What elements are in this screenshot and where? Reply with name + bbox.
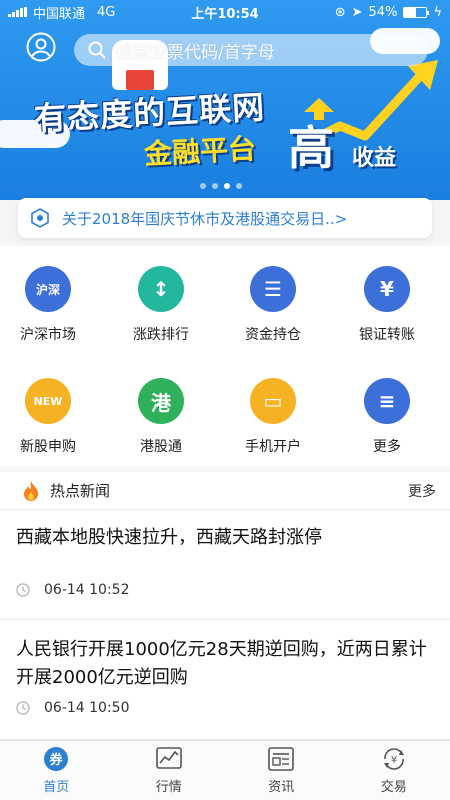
user-profile-icon[interactable]	[26, 32, 56, 62]
icon-glyph: NEW	[33, 394, 63, 408]
grid-item-new-stock[interactable]: NEW 新股申购	[0, 378, 104, 456]
news-time-row: 06-14 10:52	[16, 582, 434, 598]
svg-text:¥: ¥	[391, 755, 397, 766]
search-input[interactable]: 搜索股票代码/首字母	[74, 34, 428, 66]
search-icon	[88, 41, 106, 59]
icon-glyph: ¥	[380, 277, 394, 301]
announcement-icon	[31, 208, 49, 228]
tab-label: 资讯	[268, 780, 295, 795]
updown-icon: ↕	[138, 266, 184, 312]
tab-label: 行情	[155, 780, 182, 795]
carousel-dot[interactable]	[212, 183, 218, 189]
location-icon: ➤	[351, 4, 363, 20]
grid-item-hushen[interactable]: 沪深 沪深市场	[0, 266, 104, 344]
announcement-text: 关于2018年国庆节休市及港股通交易日..>	[62, 209, 348, 228]
news-section-title: 热点新闻	[50, 482, 111, 500]
banner-slogan-line2: 金融平台	[143, 132, 257, 171]
clock-icon	[16, 701, 30, 715]
grid-item-card[interactable]: ▭ 手机开户	[217, 378, 329, 456]
news-more-link[interactable]: 更多	[408, 481, 436, 501]
tab-market[interactable]: 行情	[113, 741, 226, 800]
status-bar: 中国联通 4G 上午10:54 ⊛ ➤ 54% ϟ	[0, 0, 450, 24]
grid-item-label: 更多	[373, 439, 401, 455]
grid-item-updown[interactable]: ↕ 涨跌排行	[105, 266, 217, 344]
coins-icon: ☰	[250, 266, 296, 312]
grid-item-label: 港股通	[140, 439, 182, 455]
search-placeholder: 搜索股票代码/首字母	[116, 42, 275, 63]
news-item[interactable]: 人民银行开展1000亿元28天期逆回购，近两日累计开展2000亿元逆回购 06-…	[0, 620, 450, 740]
news-section-header: 热点新闻 更多	[0, 472, 450, 510]
function-grid: 沪深沪深市场 ↕ 涨跌排行 ☰ 资金持仓 ¥ 银证转账 NEW 新股申购 港港股通 ▭ 手机开户 ≡ 更多	[0, 246, 450, 466]
carousel-dot[interactable]	[200, 183, 206, 189]
battery-percent: 54%	[368, 4, 398, 20]
news-time: 06-14 10:52	[44, 582, 130, 598]
battery-icon	[403, 6, 430, 18]
rotation-lock-icon: ⊛	[334, 4, 346, 20]
network-type: 4G	[97, 4, 116, 20]
banner[interactable]: 中国联通 4G 上午10:54 ⊛ ➤ 54% ϟ 搜索股票代码/首字母 有态度…	[0, 0, 450, 200]
grid-item-label: 手机开户	[245, 439, 301, 455]
news-time-row: 06-14 10:50	[16, 700, 434, 716]
card-icon: ▭	[250, 378, 296, 424]
grid-item-bank-card[interactable]: ¥ 银证转账	[331, 266, 443, 344]
clock-icon	[16, 583, 30, 597]
chart-icon	[155, 747, 182, 769]
tab-label: 首页	[43, 780, 70, 795]
icon-glyph: ☰	[264, 277, 282, 301]
grid-item-label: 新股申购	[20, 439, 76, 455]
icon-glyph: 港	[151, 390, 171, 415]
hk-icon: 港	[138, 378, 184, 424]
tab-home[interactable]: 券 首页	[0, 741, 113, 800]
grid-item-label: 沪深市场	[20, 327, 76, 343]
grid-item-more[interactable]: ≡ 更多	[331, 378, 443, 456]
news-headline: 人民银行开展1000亿元28天期逆回购，近两日累计开展2000亿元逆回购	[16, 639, 427, 688]
grid-item-label: 资金持仓	[245, 327, 301, 343]
icon-glyph: ▭	[263, 389, 283, 413]
tab-news[interactable]: 资讯	[225, 741, 338, 800]
bottom-tab-bar: 券 首页 行情 资讯 ¥ 交易	[0, 740, 450, 800]
bank-card-icon: ¥	[364, 266, 410, 312]
carrier-name: 中国联通	[33, 6, 86, 22]
grid-item-coins[interactable]: ☰ 资金持仓	[217, 266, 329, 344]
banner-slogan-small: 收益	[352, 146, 397, 171]
more-icon: ≡	[364, 378, 410, 424]
grid-item-hk[interactable]: 港港股通	[105, 378, 217, 456]
news-item[interactable]: 西藏本地股快速拉升，西藏天路封涨停 06-14 10:52	[0, 510, 450, 620]
new-stock-icon: NEW	[25, 378, 71, 424]
svg-text:券: 券	[49, 752, 64, 768]
grid-item-label: 涨跌排行	[133, 327, 189, 343]
tab-label: 交易	[380, 780, 407, 795]
home-quan-icon: 券	[44, 747, 69, 771]
grid-item-label: 银证转账	[359, 327, 415, 343]
carousel-indicator[interactable]	[200, 183, 242, 189]
trade-icon: ¥	[383, 748, 404, 770]
clock: 上午10:54	[191, 6, 259, 22]
signal-icon	[8, 7, 27, 17]
icon-glyph: 沪深	[35, 282, 60, 297]
icon-glyph: ↕	[152, 277, 170, 301]
news-headline: 西藏本地股快速拉升，西藏天路封涨停	[16, 527, 322, 548]
carousel-dot[interactable]	[224, 183, 230, 189]
charging-icon: ϟ	[433, 4, 443, 20]
news-list: 西藏本地股快速拉升，西藏天路封涨停 06-14 10:52 人民银行开展1000…	[0, 510, 450, 740]
fire-icon	[24, 480, 39, 501]
announcement-bar[interactable]: 关于2018年国庆节休市及港股通交易日..>	[18, 198, 432, 238]
icon-glyph: ≡	[378, 389, 396, 413]
tab-trade[interactable]: ¥ 交易	[338, 741, 450, 800]
hushen-icon: 沪深	[25, 266, 71, 312]
banner-slogan-big: 高	[288, 121, 334, 175]
carousel-dot[interactable]	[236, 183, 242, 189]
news-icon	[268, 747, 295, 771]
news-time: 06-14 10:50	[44, 700, 130, 716]
